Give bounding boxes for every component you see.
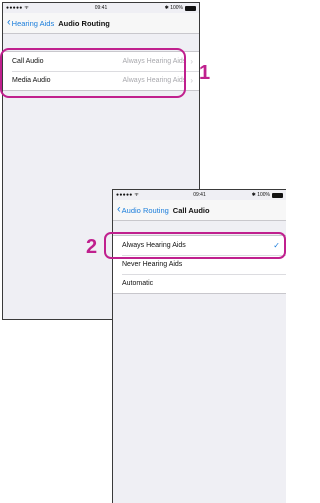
chevron-right-icon: ›	[190, 57, 193, 66]
page-title: Call Audio	[172, 205, 210, 215]
chevron-left-icon: ‹	[117, 203, 121, 215]
status-bar: ●●●●● ᯤ 09:41 ✱ 100%	[3, 3, 199, 13]
option-automatic[interactable]: Automatic	[113, 274, 286, 293]
back-label: Audio Routing	[121, 205, 169, 215]
nav-bar: ‹ Hearing Aids Audio Routing	[3, 13, 199, 34]
option-label: Automatic	[122, 280, 154, 287]
back-button[interactable]: ‹ Audio Routing	[113, 203, 169, 216]
back-button[interactable]: ‹ Hearing Aids	[3, 16, 55, 29]
battery-icon	[272, 192, 283, 198]
page-title: Audio Routing	[58, 18, 110, 28]
callout-frame-1	[0, 48, 186, 98]
status-bar: ●●●●● ᯤ 09:41 ✱ 100%	[113, 190, 286, 200]
chevron-left-icon: ‹	[7, 16, 11, 28]
step-number-1: 1	[199, 62, 211, 84]
step-number-2: 2	[86, 236, 98, 258]
battery-label: ✱ 100%	[164, 5, 183, 11]
battery-icon	[185, 5, 196, 11]
battery-indicator: ✱ 100%	[252, 192, 283, 198]
nav-bar: ‹ Audio Routing Call Audio	[113, 200, 286, 221]
battery-label: ✱ 100%	[251, 192, 270, 198]
back-label: Hearing Aids	[11, 18, 55, 28]
callout-frame-2	[104, 232, 286, 259]
chevron-right-icon: ›	[190, 76, 193, 85]
option-label: Never Hearing Aids	[122, 261, 183, 268]
battery-indicator: ✱ 100%	[165, 5, 196, 11]
